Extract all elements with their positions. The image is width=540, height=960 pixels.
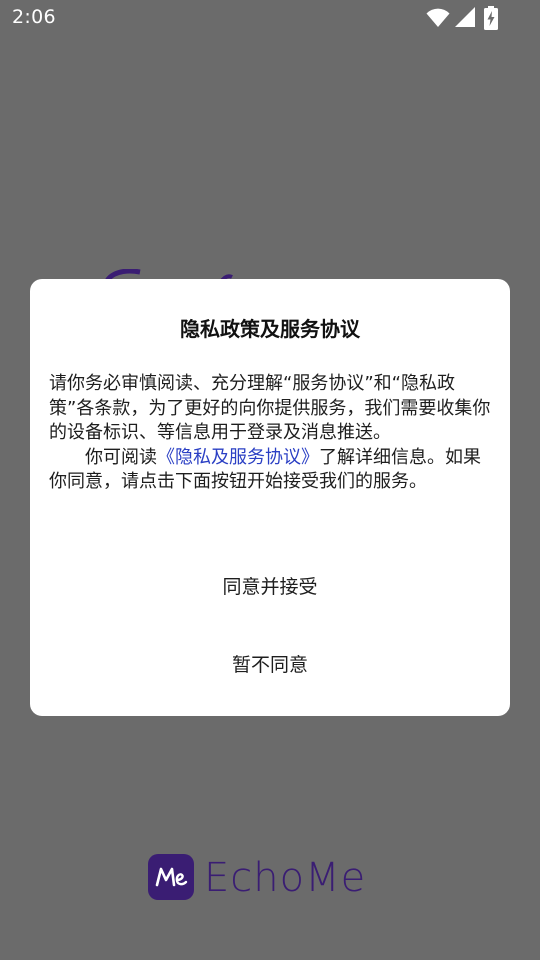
logo-text: EchoMe [204,855,367,901]
privacy-dialog: 隐私政策及服务协议 请你务必审慎阅读、充分理解“服务协议”和“隐私政策”各条款，… [30,279,510,716]
logo-tile [148,854,194,900]
wifi-icon [426,8,450,27]
dialog-body: 请你务必审慎阅读、充分理解“服务协议”和“隐私政策”各条款，为了更好的向你提供服… [49,372,495,495]
cellular-signal-icon [455,7,475,27]
status-icons [422,6,502,30]
status-bar: 2:06 [0,0,540,36]
logo-mark-icon [155,867,188,887]
dialog-paragraph-read-policy: 你可阅读《隐私及服务协议》了解详细信息。如果你同意，请点击下面按钮开始接受我们的… [49,446,495,495]
decline-button[interactable]: 暂不同意 [30,642,510,688]
battery-charging-icon [484,6,498,30]
brand-logo: EchoMe [148,852,398,904]
status-time: 2:06 [12,6,56,28]
privacy-policy-link[interactable]: 《隐私及服务协议》 [157,447,319,468]
dialog-title: 隐私政策及服务协议 [180,317,360,341]
dialog-paragraph-consent: 请你务必审慎阅读、充分理解“服务协议”和“隐私政策”各条款，为了更好的向你提供服… [49,373,491,443]
agree-button[interactable]: 同意并接受 [30,564,510,610]
read-prefix-text: 你可阅读 [85,446,157,468]
